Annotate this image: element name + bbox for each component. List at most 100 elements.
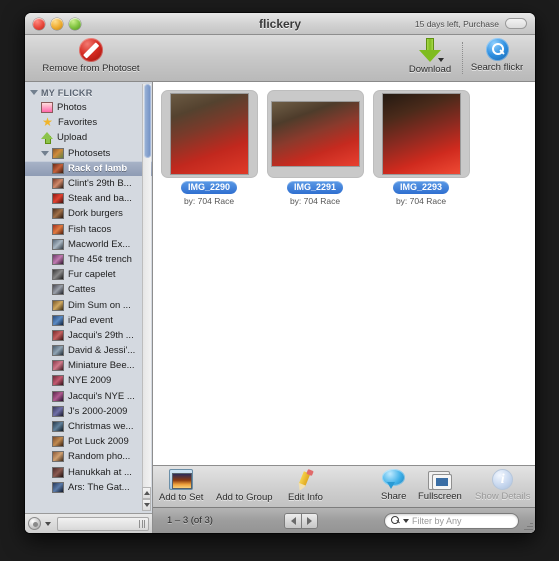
- sidebar-item-photoset[interactable]: David & Jessi'...: [25, 343, 152, 358]
- add-to-set-button[interactable]: Add to Set: [159, 469, 203, 503]
- sidebar-item-photoset[interactable]: Clint's 29th B...: [25, 176, 152, 191]
- photo-thumbnail-frame[interactable]: [372, 90, 470, 178]
- sidebar: MY FLICKR Photos ★ Favorites Upload Phot…: [25, 82, 153, 533]
- photo-title-badge[interactable]: IMG_2290: [180, 181, 238, 194]
- sidebar-item-upload[interactable]: Upload: [25, 130, 152, 145]
- share-label: Share: [381, 491, 407, 502]
- sidebar-item-photoset[interactable]: J's 2000-2009: [25, 404, 152, 419]
- sidebar-item-photoset[interactable]: Christmas we...: [25, 419, 152, 434]
- next-page-button[interactable]: [301, 513, 317, 528]
- sidebar-item-photoset[interactable]: Fur capelet: [25, 267, 152, 282]
- search-flickr-label: Search flickr: [470, 62, 524, 73]
- toolbar-toggle-button[interactable]: [505, 18, 527, 29]
- edit-info-label: Edit Info: [288, 492, 323, 503]
- filter-input[interactable]: Filter by Any: [384, 512, 519, 529]
- sidebar-item-label: Dork burgers: [68, 208, 123, 220]
- sidebar-item-photoset[interactable]: Jacqui's NYE ...: [25, 389, 152, 404]
- sidebar-item-photoset[interactable]: NYE 2009: [25, 373, 152, 388]
- close-button[interactable]: [33, 17, 45, 30]
- sidebar-item-label: J's 2000-2009: [68, 405, 128, 417]
- fullscreen-button[interactable]: Fullscreen: [418, 469, 462, 502]
- sidebar-bottom-bar: [25, 513, 152, 533]
- search-icon: [391, 516, 400, 525]
- chevron-down-icon[interactable]: [30, 90, 38, 95]
- photoset-list: Rack of lamb Clint's 29th B... Steak and b…: [25, 160, 152, 495]
- chevron-down-icon[interactable]: [41, 150, 49, 156]
- photoset-thumbnail: [52, 269, 64, 281]
- resize-grip[interactable]: [521, 520, 533, 532]
- sidebar-list: MY FLICKR Photos ★ Favorites Upload Phot…: [25, 82, 152, 495]
- photoset-folder-icon: [52, 147, 64, 159]
- chevron-down-icon[interactable]: [45, 521, 51, 526]
- sidebar-scroll-arrows[interactable]: [142, 487, 151, 511]
- photo-thumbnail-frame[interactable]: [266, 90, 364, 178]
- sidebar-item-photoset[interactable]: Miniature Bee...: [25, 358, 152, 373]
- sidebar-item-photoset[interactable]: Hanukkah at ...: [25, 465, 152, 480]
- photo-cell[interactable]: IMG_2290 by: 704 Race: [159, 90, 259, 206]
- sidebar-item-label: Dim Sum on ...: [68, 299, 131, 311]
- sidebar-item-photoset[interactable]: iPad event: [25, 313, 152, 328]
- sidebar-item-photoset[interactable]: Dork burgers: [25, 206, 152, 221]
- photo-cell[interactable]: IMG_2291 by: 704 Race: [265, 90, 365, 206]
- add-to-group-button[interactable]: Add to Group: [216, 469, 273, 503]
- sidebar-item-photos[interactable]: Photos: [25, 100, 152, 115]
- bottom-toolbar: Add to Set Add to Group Edit Info Share …: [153, 465, 535, 507]
- photoset-thumbnail: [52, 375, 64, 387]
- photo-thumbnail-frame[interactable]: [160, 90, 258, 178]
- sidebar-resize-handle[interactable]: [57, 516, 149, 531]
- sidebar-group-my-flickr[interactable]: MY FLICKR: [25, 85, 152, 100]
- photoset-thumbnail: [52, 421, 64, 433]
- photoset-thumbnail: [52, 178, 64, 190]
- title-bar[interactable]: flickery 15 days left, Purchase: [25, 13, 535, 35]
- edit-info-button[interactable]: Edit Info: [288, 469, 323, 503]
- zoom-button[interactable]: [69, 17, 81, 30]
- sidebar-item-favorites[interactable]: ★ Favorites: [25, 115, 152, 130]
- window-controls: [33, 17, 81, 30]
- star-icon: ★: [42, 115, 53, 129]
- application-window: flickery 15 days left, Purchase Remove f…: [25, 13, 535, 533]
- photo-title-badge[interactable]: IMG_2291: [286, 181, 344, 194]
- photo-grid: IMG_2290 by: 704 Race IMG_2291 by: 704 Race…: [159, 90, 535, 206]
- sidebar-item-photoset[interactable]: Steak and ba...: [25, 191, 152, 206]
- trial-status: 15 days left, Purchase: [415, 18, 527, 29]
- show-details-button[interactable]: i Show Details: [475, 469, 530, 502]
- sidebar-scrollbar-thumb[interactable]: [144, 84, 151, 158]
- download-button[interactable]: Download: [399, 38, 461, 75]
- previous-page-button[interactable]: [285, 513, 301, 528]
- sidebar-scrollbar[interactable]: [142, 84, 151, 511]
- photoset-thumbnail: [52, 390, 64, 402]
- sidebar-item-photoset[interactable]: Fish tacos: [25, 222, 152, 237]
- remove-from-photoset-button[interactable]: Remove from Photoset: [26, 38, 156, 74]
- photo-thumbnail[interactable]: [270, 101, 360, 167]
- sidebar-item-photosets[interactable]: Photosets: [25, 146, 152, 161]
- sidebar-item-photoset[interactable]: Cattes: [25, 282, 152, 297]
- sidebar-item-photoset[interactable]: The 45¢ trench: [25, 252, 152, 267]
- photo-thumbnail[interactable]: [381, 93, 461, 175]
- scroll-up-arrow-icon[interactable]: [142, 487, 151, 499]
- sidebar-scroll-area[interactable]: MY FLICKR Photos ★ Favorites Upload Phot…: [25, 82, 152, 513]
- photo-cell[interactable]: IMG_2293 by: 704 Race: [371, 90, 471, 206]
- sidebar-item-photoset[interactable]: Dim Sum on ...: [25, 297, 152, 312]
- photo-browser[interactable]: IMG_2290 by: 704 Race IMG_2291 by: 704 Race…: [153, 82, 535, 465]
- trial-text[interactable]: 15 days left, Purchase: [415, 19, 499, 29]
- sidebar-item-photoset[interactable]: Ars: The Gat...: [25, 480, 152, 495]
- sidebar-item-label: Upload: [57, 132, 88, 144]
- sidebar-item-label: Clint's 29th B...: [68, 178, 132, 190]
- photo-thumbnail[interactable]: [169, 93, 249, 175]
- sidebar-item-photoset[interactable]: Macworld Ex...: [25, 237, 152, 252]
- pager-control[interactable]: [284, 512, 318, 529]
- gear-icon[interactable]: [28, 517, 41, 530]
- share-button[interactable]: Share: [381, 469, 406, 502]
- search-flickr-button[interactable]: Search flickr: [461, 38, 533, 73]
- sidebar-item-photoset[interactable]: Rack of lamb: [25, 160, 152, 176]
- no-entry-icon: [79, 38, 103, 62]
- minimize-button[interactable]: [51, 17, 63, 30]
- sidebar-item-photoset[interactable]: Pot Luck 2009: [25, 434, 152, 449]
- photo-title-badge[interactable]: IMG_2293: [392, 181, 450, 194]
- chevron-down-icon[interactable]: [403, 518, 409, 523]
- sidebar-item-label: Fur capelet: [68, 269, 116, 281]
- sidebar-item-photoset[interactable]: Random pho...: [25, 449, 152, 464]
- sidebar-item-photoset[interactable]: Jacqui's 29th ...: [25, 328, 152, 343]
- photoset-thumbnail: [52, 193, 64, 205]
- scroll-down-arrow-icon[interactable]: [142, 499, 151, 511]
